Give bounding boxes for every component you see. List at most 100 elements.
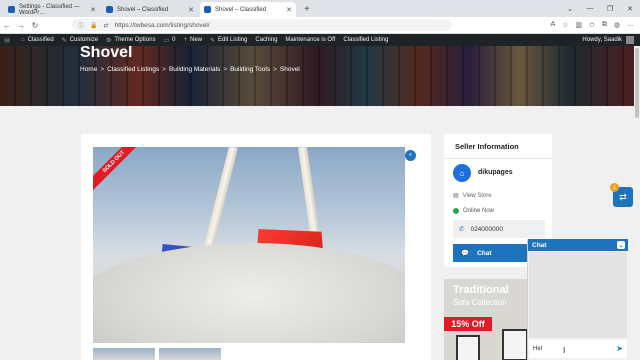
avatar	[626, 36, 634, 44]
breadcrumb: Home > Classified Listings > Building Ma…	[80, 66, 300, 73]
online-status: Online Now	[453, 208, 494, 214]
brush-icon: ✎	[61, 37, 67, 44]
maximize-icon[interactable]: ❐	[600, 5, 620, 13]
site-favicon-icon	[106, 6, 113, 13]
edit-icon: ✎	[210, 37, 216, 44]
seller-heading: Seller Information	[455, 142, 519, 151]
collections-icon[interactable]: ⧉	[602, 21, 607, 29]
promo-subtitle: Sofa Collection	[453, 298, 507, 307]
split-screen-icon[interactable]: ▥	[575, 21, 582, 29]
breadcrumb-building-materials[interactable]: Building Materials	[169, 66, 220, 73]
text-cursor-icon: I	[563, 346, 566, 355]
view-store-link[interactable]: ▤ View Store	[453, 192, 492, 200]
sold-out-ribbon: SOLD OUT	[93, 147, 137, 191]
promo-discount-badge: 15% Off	[444, 317, 492, 331]
chat-input-text: Hel	[533, 346, 543, 352]
breadcrumb-separator: >	[223, 66, 228, 73]
favorite-icon[interactable]: ☆	[562, 21, 568, 29]
minimize-icon[interactable]: —	[580, 5, 600, 12]
url-bar[interactable]: ⓘ 🔒 ⇄ https://twbesa.com/listing/shovel/	[72, 19, 452, 31]
zoom-search-icon[interactable]: ⌕	[405, 150, 416, 161]
chat-widget-header[interactable]: Chat ⌄	[528, 239, 628, 251]
breadcrumb-current: Shovel	[279, 66, 300, 73]
gear-icon: ⚙	[106, 37, 112, 44]
chat-widget: Chat ⌄ Hel ➤	[527, 239, 628, 360]
tab-title: Settings - Classified — WordPr…	[19, 3, 80, 16]
comment-icon: ▭	[163, 37, 170, 44]
plus-icon: +	[183, 37, 187, 43]
close-tab-icon[interactable]: ✕	[90, 6, 96, 14]
store-icon: ▤	[453, 193, 459, 199]
wordpress-favicon-icon	[8, 6, 15, 13]
breadcrumb-building-tools[interactable]: Building Tools	[230, 66, 270, 73]
new-tab-button[interactable]: +	[298, 2, 316, 17]
promo-title: Traditional	[453, 284, 509, 296]
chat-message-input[interactable]: Hel ➤	[529, 340, 627, 358]
profile-icon[interactable]: ◍	[614, 21, 620, 29]
page-hero-banner: Shovel Home > Classified Listings > Buil…	[0, 46, 634, 106]
phone-number-box[interactable]: ✆ 024000000	[453, 220, 545, 238]
admin-maintenance-link[interactable]: Maintenance is Off	[285, 37, 335, 43]
send-icon[interactable]: ➤	[616, 344, 623, 353]
home-icon: ⌂	[21, 37, 25, 43]
admin-edit-listing-link[interactable]: ✎ Edit Listing	[210, 37, 247, 44]
admin-site-link[interactable]: ⌂ Classified	[21, 37, 54, 43]
admin-classified-listing-link[interactable]: Classified Listing	[343, 37, 388, 43]
admin-comments-link[interactable]: ▭ 0	[163, 37, 175, 44]
phone-icon: ✆	[459, 226, 465, 233]
lock-icon: 🔒	[90, 22, 98, 29]
site-favicon-icon	[204, 6, 211, 13]
page-scrollbar-thumb[interactable]	[635, 48, 639, 118]
seller-avatar[interactable]: ⌂	[453, 164, 471, 182]
listing-photo[interactable]	[93, 147, 405, 343]
gallery-thumbnail[interactable]	[93, 348, 155, 360]
admin-customize-link[interactable]: ✎ Customize	[62, 37, 98, 44]
chat-widget-title: Chat	[532, 241, 547, 249]
breadcrumb-separator: >	[162, 66, 166, 73]
admin-theme-options-link[interactable]: ⚙ Theme Options	[106, 37, 155, 44]
browser-tabbar: Settings - Classified — WordPr… ✕ Shovel…	[0, 0, 640, 17]
browser-tab-3-active[interactable]: Shovel – Classified ✕	[200, 2, 296, 17]
site-settings-icon[interactable]: ⇄	[104, 22, 109, 29]
chat-messages-area	[529, 252, 627, 338]
wp-logo-icon[interactable]: Ⓦ	[4, 36, 13, 45]
notification-badge: 1	[610, 183, 619, 192]
reload-icon[interactable]: ↻	[28, 21, 42, 30]
read-aloud-icon[interactable]: A	[550, 21, 555, 29]
tab-title: Shovel – Classified	[215, 6, 267, 13]
toolbar-icons: A ☆ ▥ ✩ ⧉ ◍ …	[550, 21, 634, 29]
breadcrumb-classified-listings[interactable]: Classified Listings	[107, 66, 159, 73]
browser-tab-2[interactable]: Shovel – Classified ✕	[102, 2, 198, 17]
tab-list-icon[interactable]: ⌄	[560, 5, 580, 13]
close-tab-icon[interactable]: ✕	[188, 6, 194, 14]
sand-pile	[93, 243, 405, 343]
admin-caching-link[interactable]: Caching	[255, 37, 277, 43]
breadcrumb-home[interactable]: Home	[80, 66, 97, 73]
close-tab-icon[interactable]: ✕	[286, 6, 292, 14]
sold-out-label: SOLD OUT	[93, 147, 137, 191]
wp-admin-bar: Ⓦ ⌂ Classified ✎ Customize ⚙ Theme Options …	[0, 34, 640, 46]
browser-toolbar: ← → ↻ ⓘ 🔒 ⇄ https://twbesa.com/listing/s…	[0, 17, 640, 34]
divider	[444, 158, 552, 159]
breadcrumb-separator: >	[100, 66, 105, 73]
gallery-thumbnail[interactable]	[159, 348, 221, 360]
chat-bubble-icon: 💬	[461, 250, 470, 257]
more-icon[interactable]: …	[627, 21, 634, 29]
page-title: Shovel	[80, 46, 133, 61]
tab-title: Shovel – Classified	[117, 6, 169, 13]
chevron-down-icon[interactable]: ⌄	[617, 241, 625, 249]
admin-new-link[interactable]: + New	[183, 37, 202, 43]
forward-icon[interactable]: →	[14, 21, 28, 30]
gallery-thumbnails	[93, 348, 221, 360]
admin-account-menu[interactable]: Howdy, Saadik	[582, 36, 634, 44]
info-icon[interactable]: ⓘ	[78, 21, 84, 30]
browser-tab-1[interactable]: Settings - Classified — WordPr… ✕	[4, 2, 100, 17]
picture-frame-image	[456, 335, 480, 360]
back-icon[interactable]: ←	[0, 21, 14, 30]
picture-frame-image	[502, 329, 528, 360]
url-text[interactable]: https://twbesa.com/listing/shovel/	[115, 22, 210, 29]
favorites-icon[interactable]: ✩	[589, 21, 595, 29]
close-window-icon[interactable]: ✕	[620, 5, 640, 13]
seller-name-link[interactable]: dikupages	[478, 169, 513, 176]
online-dot-icon	[453, 208, 459, 214]
